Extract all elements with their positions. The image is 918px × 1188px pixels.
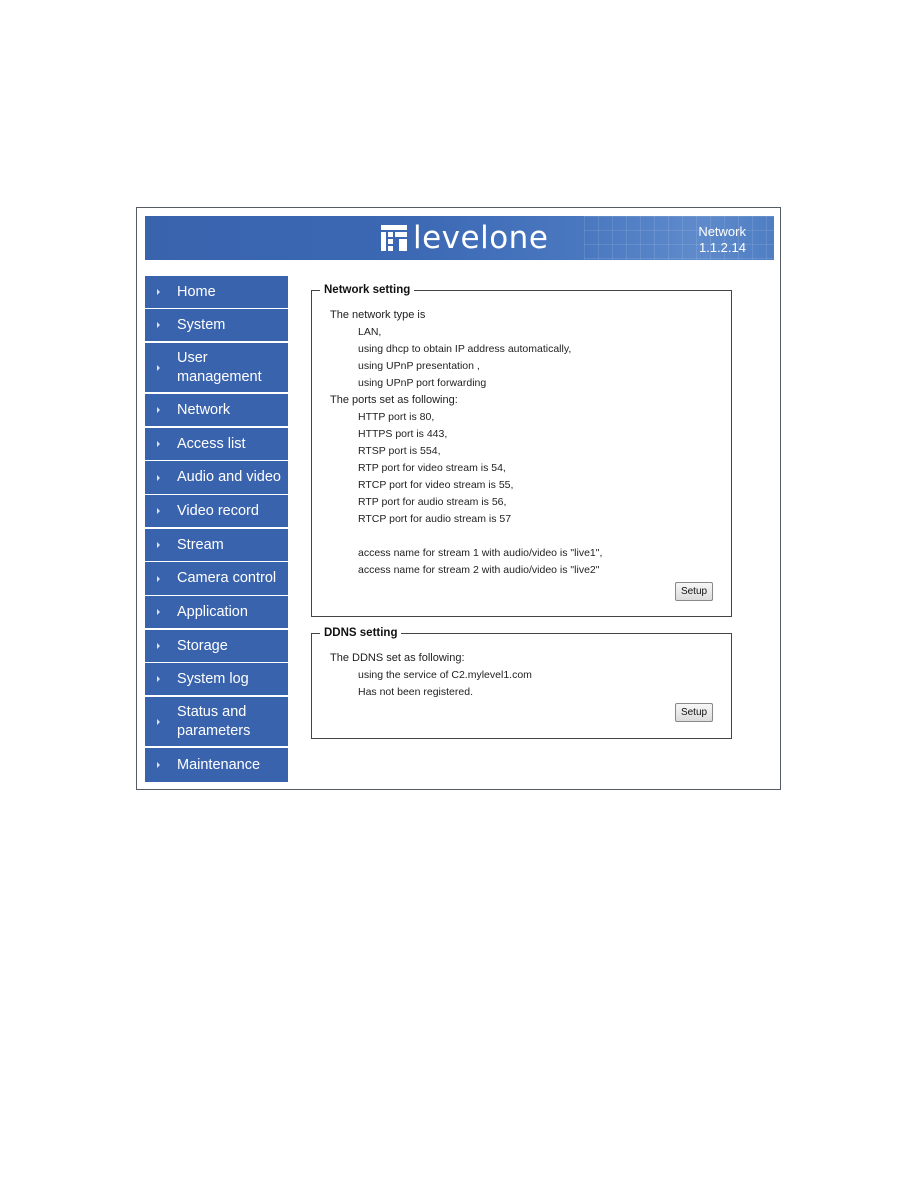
brand-name: levelone <box>413 220 549 256</box>
arrow-right-icon <box>157 643 160 649</box>
levelone-logo-icon <box>381 225 407 251</box>
arrow-right-icon <box>157 364 160 371</box>
arrow-right-icon <box>157 322 160 328</box>
network-type-heading: The network type is <box>330 309 426 321</box>
sidebar-item-label: Audio and video <box>177 469 281 485</box>
ddns-setting-title: DDNS setting <box>320 625 402 641</box>
section-indicator: Network 1.1.2.14 <box>690 224 746 256</box>
sidebar-item-video-record[interactable]: Video record <box>145 495 288 527</box>
sidebar-item-home[interactable]: Home <box>145 276 288 308</box>
network-type-line: using UPnP presentation , <box>358 360 480 372</box>
access-name-line: access name for stream 2 with audio/vide… <box>358 564 600 576</box>
sidebar-item-system-log[interactable]: System log <box>145 663 288 695</box>
access-name-line: access name for stream 1 with audio/vide… <box>358 547 603 559</box>
port-line: HTTPS port is 443, <box>358 428 448 440</box>
sidebar-item-storage[interactable]: Storage <box>145 630 288 662</box>
sidebar-item-label: Camera control <box>177 570 277 586</box>
sidebar-item-label: System <box>177 316 226 333</box>
arrow-right-icon <box>157 762 160 768</box>
ports-heading: The ports set as following: <box>330 394 458 406</box>
sidebar-item-network[interactable]: Network <box>145 394 288 426</box>
arrow-right-icon <box>157 575 160 582</box>
firmware-version: 1.1.2.14 <box>699 240 746 255</box>
ddns-line: Has not been registered. <box>358 686 473 698</box>
sidebar-item-label: System log <box>177 670 249 687</box>
network-type-line: LAN, <box>358 326 382 338</box>
ddns-line: using the service of C2.mylevel1.com <box>358 669 532 681</box>
ddns-setting-panel: DDNS setting The DDNS set as following: … <box>311 625 732 739</box>
sidebar-item-stream[interactable]: Stream <box>145 529 288 561</box>
sidebar-item-camera-control[interactable]: Camera control <box>145 562 288 595</box>
port-line: RTCP port for audio stream is 57 <box>358 513 512 525</box>
arrow-right-icon <box>157 508 160 514</box>
sidebar-item-label: User management <box>177 349 262 385</box>
sidebar-item-label: Maintenance <box>177 756 261 773</box>
sidebar-item-label: Stream <box>177 536 224 553</box>
arrow-right-icon <box>157 474 160 481</box>
sidebar-item-audio-and-video[interactable]: Audio and video <box>145 461 288 494</box>
arrow-right-icon <box>157 676 160 682</box>
network-type-line: using UPnP port forwarding <box>358 377 487 389</box>
sidebar-item-system[interactable]: System <box>145 309 288 341</box>
sidebar-item-user-management[interactable]: User management <box>145 343 288 392</box>
arrow-right-icon <box>157 441 160 447</box>
network-type-line: using dhcp to obtain IP address automati… <box>358 343 572 355</box>
arrow-right-icon <box>157 609 160 615</box>
port-line: RTP port for audio stream is 56, <box>358 496 507 508</box>
port-line: HTTP port is 80, <box>358 411 435 423</box>
section-name: Network <box>698 224 746 239</box>
sidebar-item-label: Status and parameters <box>177 703 251 739</box>
sidebar-item-access-list[interactable]: Access list <box>145 428 288 460</box>
sidebar-item-label: Video record <box>177 502 259 519</box>
ddns-setup-button[interactable]: Setup <box>675 703 713 722</box>
port-line: RTP port for video stream is 54, <box>358 462 506 474</box>
sidebar-item-label: Application <box>177 603 248 620</box>
arrow-right-icon <box>157 718 160 725</box>
sidebar-item-label: Home <box>177 283 216 300</box>
sidebar-item-application[interactable]: Application <box>145 596 288 628</box>
network-setting-panel: Network setting The network type is LAN,… <box>311 282 732 617</box>
port-line: RTCP port for video stream is 55, <box>358 479 514 491</box>
sidebar-item-label: Network <box>177 401 231 418</box>
ddns-heading: The DDNS set as following: <box>330 652 465 664</box>
levelone-logo: levelone <box>381 220 549 256</box>
network-setting-title: Network setting <box>320 282 415 298</box>
network-setup-button[interactable]: Setup <box>675 582 713 601</box>
arrow-right-icon <box>157 407 160 413</box>
arrow-right-icon <box>157 289 160 295</box>
sidebar-item-label: Access list <box>177 435 246 452</box>
sidebar-item-status-and-parameters[interactable]: Status and parameters <box>145 697 288 746</box>
port-line: RTSP port is 554, <box>358 445 441 457</box>
sidebar-item-label: Storage <box>177 637 228 654</box>
sidebar-item-maintenance[interactable]: Maintenance <box>145 748 288 782</box>
arrow-right-icon <box>157 542 160 548</box>
